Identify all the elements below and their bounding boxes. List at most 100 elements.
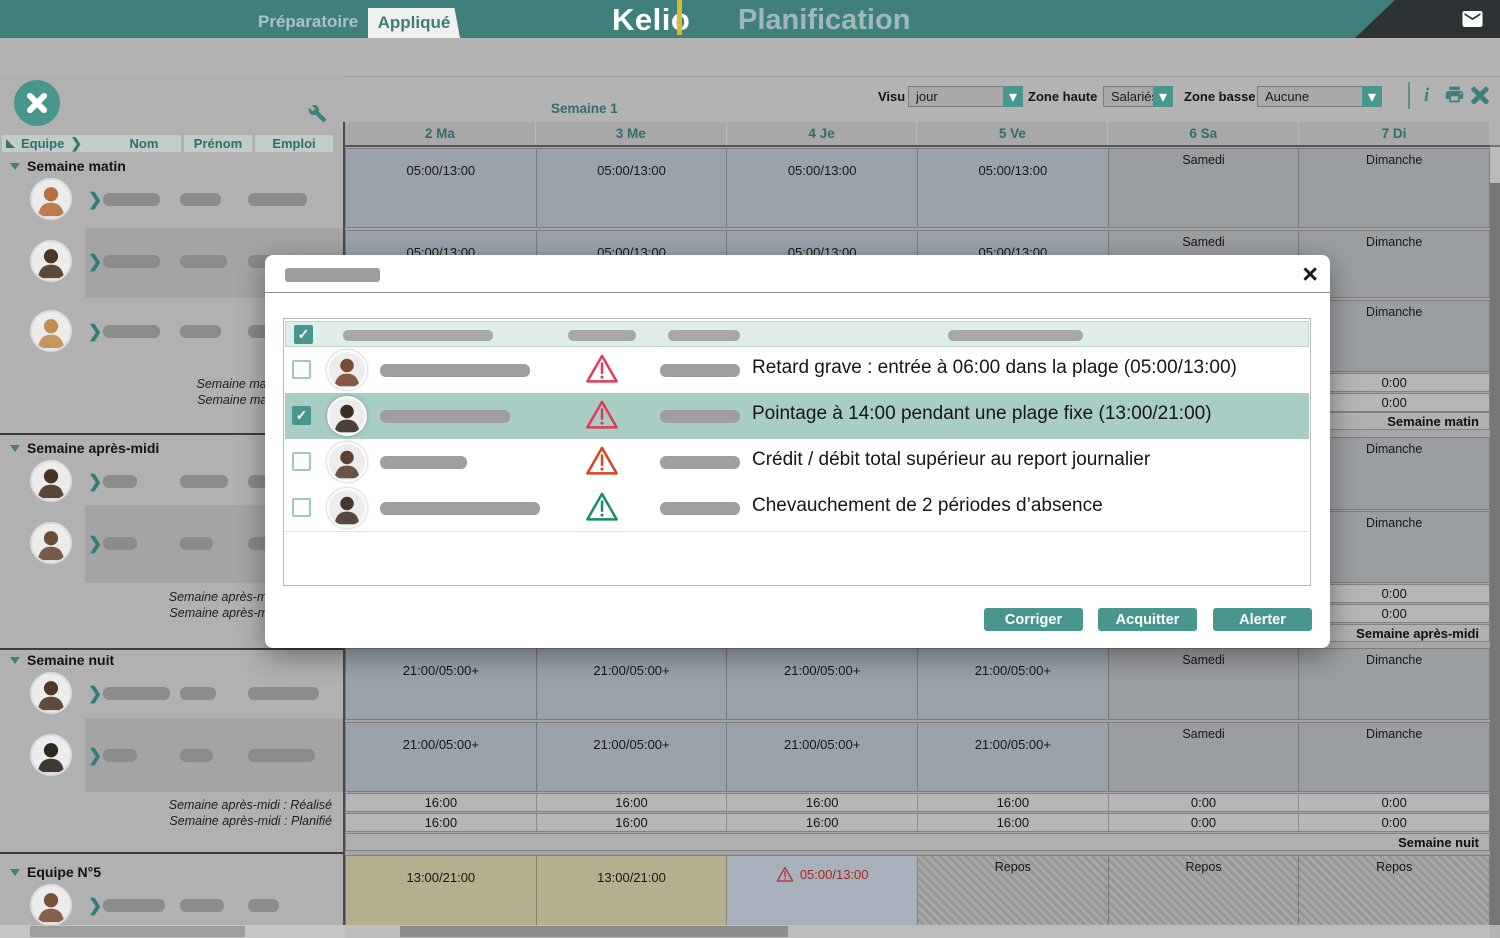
collapse-icon[interactable]: [10, 445, 20, 452]
grid-cell[interactable]: Repos: [1299, 856, 1489, 934]
placeholder-bar: [103, 899, 165, 912]
vertical-scrollbar[interactable]: [1490, 145, 1500, 925]
chevron-right-icon[interactable]: ❯: [88, 746, 102, 766]
chevron-down-icon[interactable]: ▾: [1003, 86, 1023, 107]
anomaly-row[interactable]: Retard grave : entrée à 06:00 dans la pl…: [285, 347, 1309, 394]
tools-icon[interactable]: [1470, 86, 1490, 106]
day-header-2-ma[interactable]: 2 Ma: [345, 122, 536, 145]
avatar[interactable]: [30, 522, 72, 564]
anomaly-row[interactable]: Crédit / débit total supérieur au report…: [285, 439, 1309, 486]
day-header-4-je[interactable]: 4 Je: [727, 122, 918, 145]
tab-preparatoire[interactable]: Préparatoire: [258, 12, 358, 32]
avatar[interactable]: [30, 310, 72, 352]
day-header-3-me[interactable]: 3 Me: [536, 122, 727, 145]
grid-horizontal-scrollbar[interactable]: [345, 925, 1490, 938]
collapse-icon[interactable]: [10, 869, 20, 876]
grid-cell[interactable]: Dimanche: [1299, 149, 1489, 227]
avatar[interactable]: [30, 178, 72, 220]
visu-select[interactable]: jour: [908, 86, 1004, 107]
sidebar-horizontal-scrollbar[interactable]: [0, 925, 345, 938]
row-checkbox[interactable]: [292, 360, 311, 379]
grid-cell[interactable]: 21:00/05:00+: [918, 723, 1109, 791]
column-header-prenom[interactable]: Prénom: [184, 135, 252, 152]
sidebar-section-2[interactable]: Semaine nuit: [10, 652, 114, 668]
grid-cell[interactable]: 21:00/05:00+: [918, 649, 1109, 719]
sidebar-hscroll-thumb[interactable]: [30, 926, 245, 937]
grid-cell[interactable]: 21:00/05:00+: [537, 723, 728, 791]
grid-cell[interactable]: Samedi: [1109, 723, 1300, 791]
collapse-icon[interactable]: [10, 163, 20, 170]
anomaly-row[interactable]: ✓ Pointage à 14:00 pendant une plage fix…: [285, 393, 1309, 440]
chevron-right-icon[interactable]: ❯: [70, 135, 82, 152]
grid-cell[interactable]: 21:00/05:00+: [727, 649, 918, 719]
total-cell: 16:00: [537, 814, 728, 831]
row-checkbox[interactable]: [292, 498, 311, 517]
chevron-down-icon[interactable]: ▾: [1362, 86, 1382, 107]
grid-cell[interactable]: Samedi: [1109, 149, 1300, 227]
section-total-label-text: Semaine matin: [1387, 414, 1479, 429]
chevron-right-icon[interactable]: ❯: [88, 472, 102, 492]
alerter-button[interactable]: Alerter: [1213, 608, 1312, 631]
grid-cell[interactable]: 13:00/21:00: [537, 856, 728, 934]
vertical-scrollbar-thumb[interactable]: [1490, 147, 1500, 183]
chevron-right-icon[interactable]: ❯: [88, 322, 102, 342]
column-header-emploi[interactable]: Emploi: [255, 135, 333, 152]
grid-cell[interactable]: 21:00/05:00+: [537, 649, 728, 719]
grid-cell[interactable]: 05:00/13:00: [918, 149, 1109, 227]
sidebar-section-0[interactable]: Semaine matin: [10, 158, 126, 174]
zone-basse-select[interactable]: Aucune: [1257, 86, 1364, 107]
wrench-icon[interactable]: [308, 104, 327, 123]
envelope-icon[interactable]: [1457, 7, 1488, 31]
chevron-right-icon[interactable]: ❯: [88, 896, 102, 916]
day-header-5-ve[interactable]: 5 Ve: [917, 122, 1108, 145]
sidebar-section-3[interactable]: Equipe N°5: [10, 864, 101, 880]
chevron-right-icon[interactable]: ❯: [88, 252, 102, 272]
avatar[interactable]: [30, 672, 72, 714]
acquitter-button[interactable]: Acquitter: [1098, 608, 1197, 631]
grid-cell[interactable]: 21:00/05:00+: [346, 649, 537, 719]
avatar[interactable]: [30, 884, 72, 926]
paint-tools-icon[interactable]: [14, 80, 60, 126]
anomaly-row[interactable]: Chevauchement de 2 périodes d’absence: [285, 485, 1309, 532]
select-all-row[interactable]: ✓: [285, 321, 1309, 347]
grid-cell[interactable]: 13:00/21:00: [346, 856, 537, 934]
section-divider: [0, 852, 343, 854]
chevron-right-icon[interactable]: ❯: [88, 684, 102, 704]
zone-haute-select[interactable]: Salariés: [1103, 86, 1155, 107]
warning-icon: [585, 353, 619, 389]
grid-cell[interactable]: Repos: [1109, 856, 1300, 934]
tab-applique[interactable]: Appliqué: [368, 8, 460, 38]
avatar[interactable]: [30, 460, 72, 502]
collapse-icon[interactable]: [10, 657, 20, 664]
grid-hscroll-thumb[interactable]: [400, 926, 788, 937]
column-header-nom[interactable]: Nom: [107, 135, 181, 152]
grid-cell[interactable]: Dimanche: [1299, 723, 1489, 791]
select-all-checkbox[interactable]: ✓: [294, 325, 313, 344]
corriger-button[interactable]: Corriger: [984, 608, 1083, 631]
chevron-down-icon[interactable]: ▾: [1153, 86, 1173, 107]
avatar: [327, 488, 367, 528]
avatar[interactable]: [30, 734, 72, 776]
column-header-equipe[interactable]: Equipe ❯: [2, 135, 109, 152]
grid-cell[interactable]: Dimanche: [1299, 649, 1489, 719]
grid-cell[interactable]: Samedi: [1109, 649, 1300, 719]
day-header-6-sa[interactable]: 6 Sa: [1108, 122, 1299, 145]
grid-cell[interactable]: 05:00/13:00: [727, 149, 918, 227]
printer-icon[interactable]: [1444, 84, 1465, 105]
grid-cell[interactable]: 05:00/13:00: [537, 149, 728, 227]
sidebar-section-1[interactable]: Semaine après-midi: [10, 440, 159, 456]
grid-cell[interactable]: 05:00/13:00: [727, 856, 918, 934]
grid-cell[interactable]: Repos: [918, 856, 1109, 934]
day-header-7-di[interactable]: 7 Di: [1299, 122, 1490, 145]
grid-cell[interactable]: 21:00/05:00+: [346, 723, 537, 791]
row-checkbox[interactable]: [292, 452, 311, 471]
sort-icon[interactable]: [6, 139, 15, 148]
close-icon[interactable]: ×: [1302, 257, 1318, 291]
info-icon[interactable]: i: [1424, 85, 1429, 107]
avatar[interactable]: [30, 240, 72, 282]
grid-cell[interactable]: 21:00/05:00+: [727, 723, 918, 791]
chevron-right-icon[interactable]: ❯: [88, 190, 102, 210]
grid-cell[interactable]: 05:00/13:00: [346, 149, 537, 227]
row-checkbox[interactable]: ✓: [292, 406, 311, 425]
chevron-right-icon[interactable]: ❯: [88, 534, 102, 554]
